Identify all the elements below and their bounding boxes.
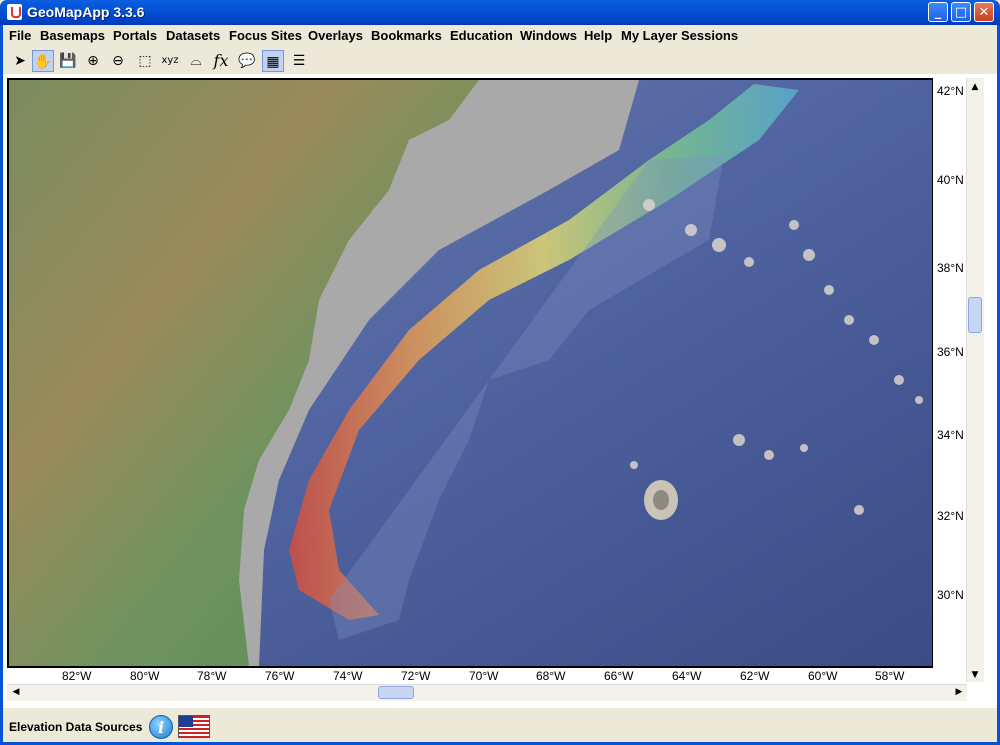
menu-education[interactable]: Education [450,28,513,43]
close-button[interactable]: ✕ [974,2,994,22]
zoom-in-icon[interactable]: ⊕ [82,50,104,72]
map-canvas[interactable] [7,78,934,668]
menu-bookmarks[interactable]: Bookmarks [371,28,442,43]
select-rect-icon[interactable]: ⬚ [134,50,156,72]
menu-overlays[interactable]: Overlays [308,28,363,43]
menu-file[interactable]: File [9,28,31,43]
longitude-label: 62°W [740,669,770,683]
vertical-scrollbar[interactable] [966,78,984,682]
longitude-label: 82°W [62,669,92,683]
longitude-label: 64°W [672,669,702,683]
longitude-label: 80°W [130,669,160,683]
save-disk-icon[interactable]: 💾 [57,50,79,72]
latitude-axis [933,78,968,668]
horizontal-scroll-thumb[interactable] [378,686,414,699]
scroll-up-button[interactable]: ▲ [967,79,983,95]
latitude-label: 34°N [937,428,964,442]
longitude-label: 72°W [401,669,431,683]
longitude-label: 78°W [197,669,227,683]
menu-my-layer-sessions[interactable]: My Layer Sessions [621,28,738,43]
lasso-icon[interactable]: ⌓ [185,50,207,72]
maximize-button[interactable]: □ [951,2,971,22]
title-bar: GeoMapApp 3.3.6 _ □ ✕ [0,0,1000,25]
latitude-label: 32°N [937,509,964,523]
longitude-label: 70°W [469,669,499,683]
pan-hand-icon[interactable]: ✋ [32,50,54,72]
zoom-out-icon[interactable]: ⊖ [107,50,129,72]
scroll-left-button[interactable]: ◀ [8,684,24,700]
menu-basemaps[interactable]: Basemaps [40,28,105,43]
xyz-profile-icon[interactable]: xyz [159,50,181,72]
latitude-label: 36°N [937,345,964,359]
longitude-label: 68°W [536,669,566,683]
latitude-label: 30°N [937,588,964,602]
java-app-icon [7,4,22,20]
select-arrow-icon[interactable]: ➤ [9,50,31,72]
longitude-label: 76°W [265,669,295,683]
longitude-label: 74°W [333,669,363,683]
longitude-label: 66°W [604,669,634,683]
elevation-data-sources-label: Elevation Data Sources [9,720,143,734]
basemap-image [9,80,932,666]
menu-focus-sites[interactable]: Focus Sites [229,28,302,43]
toolbar: ➤ ✋ 💾 ⊕ ⊖ ⬚ xyz ⌓ fx 💬 ▦ ☰ [0,47,1000,74]
us-flag-icon[interactable] [178,715,210,738]
vertical-scroll-thumb[interactable] [968,297,982,333]
menu-datasets[interactable]: Datasets [166,28,220,43]
window-title: GeoMapApp 3.3.6 [27,4,145,20]
scroll-right-button[interactable]: ▶ [951,684,967,700]
menu-windows[interactable]: Windows [520,28,577,43]
scroll-down-button[interactable]: ▼ [967,667,983,683]
speech-bubble-icon[interactable]: 💬 [236,50,258,72]
menu-bar: File Basemaps Portals Datasets Focus Sit… [0,25,1000,47]
longitude-label: 60°W [808,669,838,683]
horizontal-scrollbar[interactable] [7,684,967,701]
menu-help[interactable]: Help [584,28,612,43]
menu-portals[interactable]: Portals [113,28,157,43]
longitude-label: 58°W [875,669,905,683]
latitude-label: 38°N [937,261,964,275]
minimize-button[interactable]: _ [928,2,948,22]
function-icon[interactable]: fx [210,50,232,72]
list-icon[interactable]: ☰ [288,50,310,72]
latitude-label: 40°N [937,173,964,187]
info-icon[interactable]: i [149,715,173,739]
latitude-label: 42°N [937,84,964,98]
grid-icon[interactable]: ▦ [262,50,284,72]
